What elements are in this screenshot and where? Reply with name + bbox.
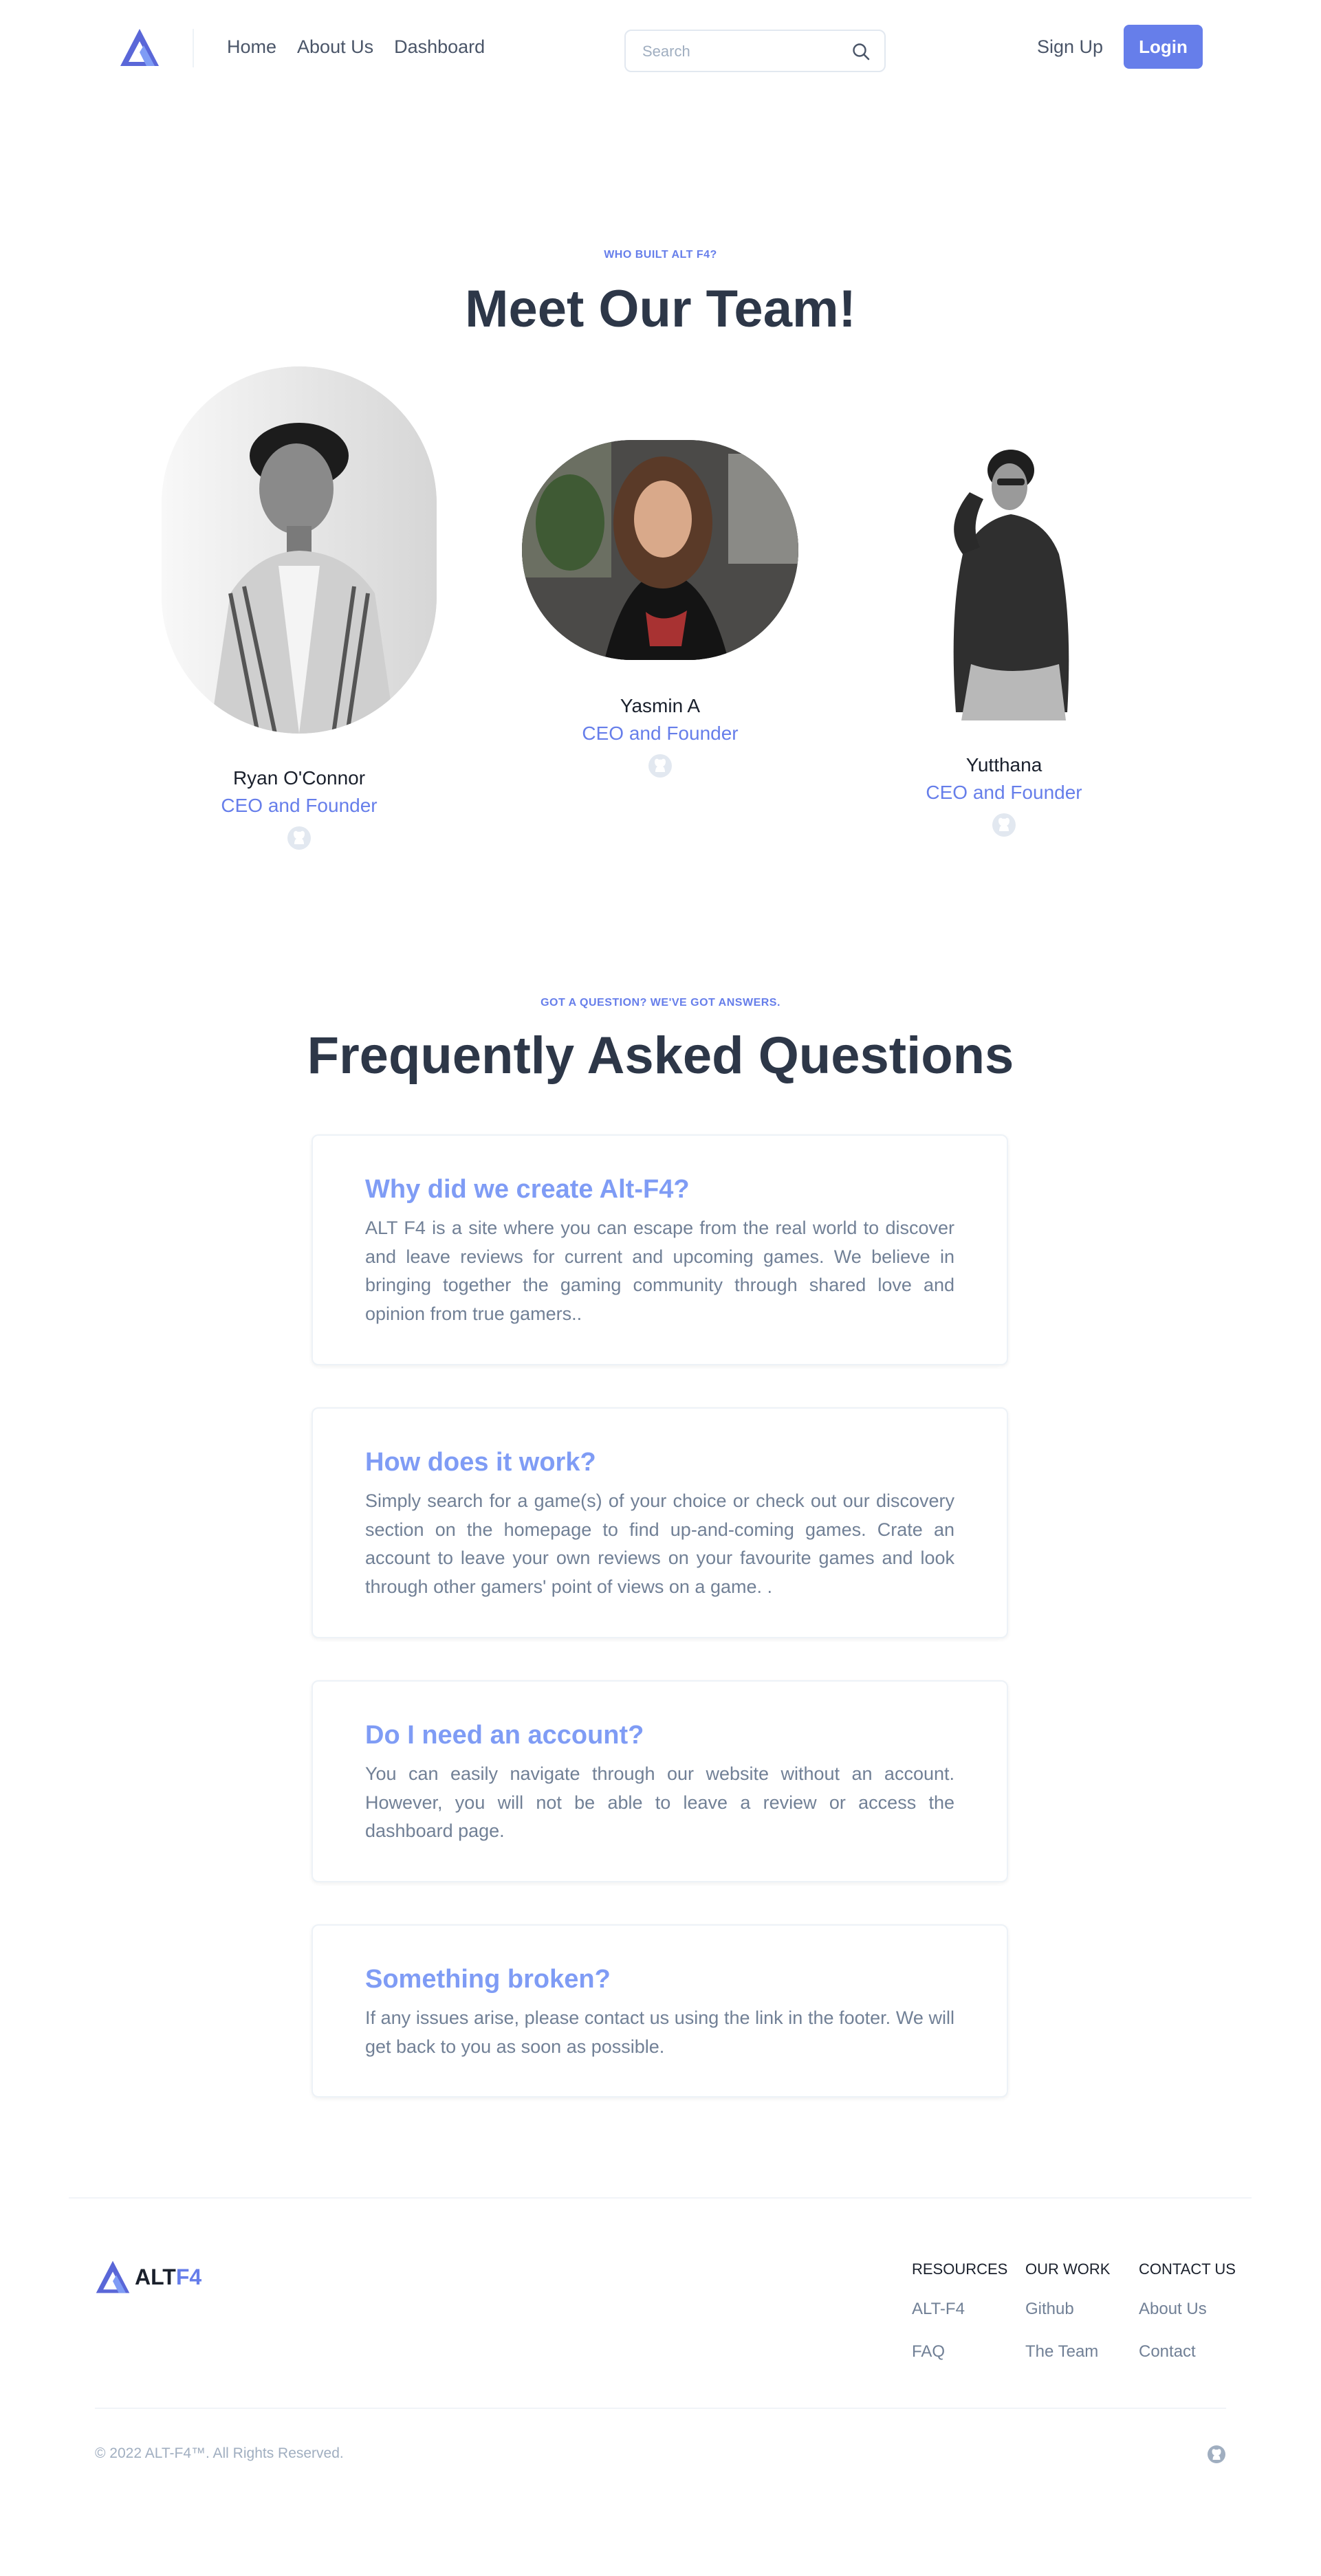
footer-column-our-work: OUR WORK Github The Team xyxy=(1025,2259,1110,2383)
member-name: Ryan O'Connor xyxy=(232,767,366,789)
footer-brand-wordmark: ALTF4 xyxy=(135,2265,201,2290)
member-role: CEO and Founder xyxy=(926,782,1082,803)
github-icon[interactable] xyxy=(647,753,673,779)
nav-link-dashboard[interactable]: Dashboard xyxy=(394,33,485,60)
footer-link-the-team[interactable]: The Team xyxy=(1025,2340,1110,2364)
footer-link-about-us[interactable]: About Us xyxy=(1139,2298,1236,2321)
login-button[interactable]: Login xyxy=(1124,25,1203,69)
search-box xyxy=(624,30,886,72)
signup-link[interactable]: Sign Up xyxy=(1037,33,1103,60)
footer-link-alt-f4[interactable]: ALT-F4 xyxy=(912,2298,1007,2321)
ryan-portrait-image xyxy=(162,366,437,734)
footer-column-heading: RESOURCES xyxy=(912,2260,1008,2278)
footer-column-contact-us: CONTACT US About Us Contact xyxy=(1139,2259,1236,2383)
faq-card[interactable]: Do I need an account? You can easily nav… xyxy=(312,1680,1008,1882)
footer-column-heading: OUR WORK xyxy=(1025,2260,1111,2278)
faq-question: Do I need an account? xyxy=(365,1721,644,1750)
altf4-logo-icon xyxy=(96,2260,130,2293)
yasmin-portrait-image xyxy=(522,440,798,660)
yutthana-portrait-image xyxy=(953,450,1069,720)
nav-link-home[interactable]: Home xyxy=(227,33,276,60)
team-photo-yasmin xyxy=(522,440,798,660)
altf4-logo-icon[interactable] xyxy=(119,27,160,67)
nav-link-about-us[interactable]: About Us xyxy=(297,33,373,60)
faq-answer: ALT F4 is a site where you can escape fr… xyxy=(365,1218,954,1324)
footer-link-github[interactable]: Github xyxy=(1025,2298,1110,2321)
faq-question: Why did we create Alt-F4? xyxy=(365,1175,690,1204)
faq-answer: Simply search for a game(s) of your choi… xyxy=(365,1490,954,1597)
footer-link-faq[interactable]: FAQ xyxy=(912,2340,1007,2364)
brand-part-b: F4 xyxy=(175,2264,202,2289)
team-member-yutthana: Yutthana CEO and Founder xyxy=(896,751,1112,838)
faq-card[interactable]: Something broken? If any issues arise, p… xyxy=(312,1924,1008,2098)
faq-eyebrow: GOT A QUESTION? WE'VE GOT ANSWERS. xyxy=(541,997,780,1009)
footer-link-contact[interactable]: Contact xyxy=(1139,2340,1236,2364)
github-icon[interactable] xyxy=(991,812,1017,838)
member-name: Yutthana xyxy=(965,754,1042,775)
search-icon[interactable] xyxy=(851,42,871,61)
top-navbar: Home About Us Dashboard Sign Up Login xyxy=(0,0,1321,96)
footer-brand[interactable]: ALTF4 xyxy=(95,2258,201,2296)
member-name: Yasmin A xyxy=(620,695,701,716)
faq-question: Something broken? xyxy=(365,1965,611,1994)
faq-card[interactable]: Why did we create Alt-F4? ALT F4 is a si… xyxy=(312,1134,1008,1365)
faq-question: How does it work? xyxy=(365,1448,596,1477)
copyright-text: © 2022 ALT-F4™. All Rights Reserved. xyxy=(95,2445,344,2461)
footer-top-divider xyxy=(69,2197,1252,2199)
team-photo-ryan xyxy=(162,366,437,734)
team-eyebrow: WHO BUILT ALT F4? xyxy=(604,249,717,261)
footer-bottom-divider xyxy=(95,2408,1226,2409)
member-role: CEO and Founder xyxy=(582,723,739,744)
nav-links: Home About Us Dashboard xyxy=(227,33,485,60)
member-role: CEO and Founder xyxy=(221,795,378,816)
faq-answer: You can easily navigate through our webs… xyxy=(365,1763,954,1841)
team-title: Meet Our Team! xyxy=(465,280,856,338)
footer-column-heading: CONTACT US xyxy=(1139,2260,1236,2278)
team-member-yasmin: Yasmin A CEO and Founder xyxy=(522,692,798,779)
brand-part-a: ALT xyxy=(135,2264,176,2289)
team-member-ryan: Ryan O'Connor CEO and Founder xyxy=(162,764,437,851)
faq-answer: If any issues arise, please contact us u… xyxy=(365,2007,954,2057)
team-photo-yutthana xyxy=(915,437,1093,720)
faq-card[interactable]: How does it work? Simply search for a ga… xyxy=(312,1407,1008,1638)
nav-divider xyxy=(193,29,194,67)
faq-title: Frequently Asked Questions xyxy=(307,1026,1014,1085)
footer-column-resources: RESOURCES ALT-F4 FAQ xyxy=(912,2259,1007,2383)
github-icon[interactable] xyxy=(1206,2444,1227,2465)
search-input[interactable] xyxy=(642,41,835,63)
github-icon[interactable] xyxy=(286,825,312,851)
